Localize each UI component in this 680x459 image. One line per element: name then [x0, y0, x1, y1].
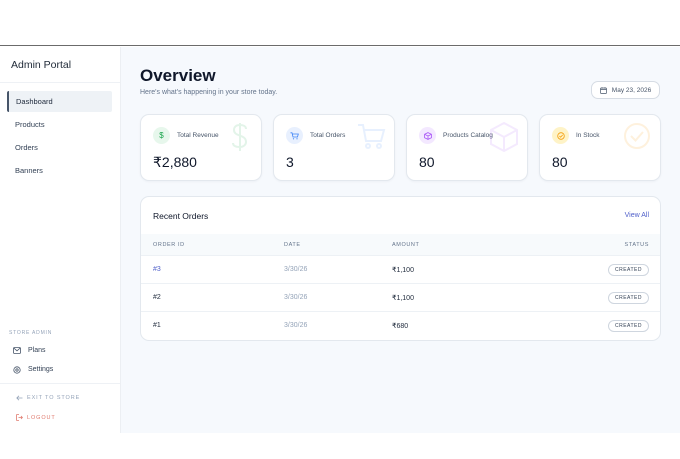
dollar-watermark-icon	[227, 121, 253, 158]
order-date: 3/30/26	[284, 266, 308, 273]
sidebar-item-orders[interactable]: Orders	[7, 137, 112, 158]
column-header-date[interactable]: DATE	[284, 242, 301, 248]
column-header-status[interactable]: STATUS	[625, 242, 649, 248]
column-header-order-id[interactable]: ORDER ID	[153, 242, 185, 248]
sidebar-item-label: Settings	[28, 366, 54, 373]
cart-icon	[286, 127, 303, 144]
brand-title: Admin Portal	[0, 47, 120, 83]
bottom-bar	[0, 433, 680, 459]
sidebar-item-label: Plans	[28, 347, 46, 354]
page-title: Overview	[140, 66, 216, 85]
gear-icon	[13, 365, 23, 374]
box-watermark-icon	[489, 121, 519, 158]
sidebar-item-plans[interactable]: Plans	[0, 341, 120, 360]
envelope-icon	[13, 347, 23, 354]
logout-label: LOGOUT	[27, 414, 56, 421]
view-all-link[interactable]: View All	[625, 212, 649, 219]
sidebar-item-products[interactable]: Products	[7, 114, 112, 135]
status-badge: CREATED	[607, 292, 649, 304]
table-row[interactable]: #2 3/30/26 ₹1,100 CREATED	[141, 283, 660, 311]
date-picker-button[interactable]: May 23, 2026	[591, 81, 660, 99]
column-header-amount[interactable]: AMOUNT	[392, 242, 419, 248]
sidebar-item-settings[interactable]: Settings	[0, 360, 120, 379]
order-id[interactable]: #1	[153, 322, 161, 329]
sidebar-item-dashboard[interactable]: Dashboard	[7, 91, 112, 112]
stat-card-in-stock[interactable]: In Stock 80	[539, 114, 661, 181]
sidebar-item-banners[interactable]: Banners	[7, 160, 112, 181]
page-subtitle: Here's what's happening in your store to…	[140, 89, 278, 96]
section-label-store-admin: STORE ADMIN	[9, 330, 53, 336]
stat-value: 80	[552, 154, 568, 170]
logout-link[interactable]: LOGOUT	[16, 414, 56, 421]
stat-label: Total Revenue	[177, 132, 219, 139]
order-date: 3/30/26	[284, 294, 308, 301]
stat-label: Products Catalog	[443, 132, 493, 139]
sidebar: Admin Portal Dashboard Products Orders B…	[0, 47, 121, 433]
stat-card-total-revenue[interactable]: $ Total Revenue ₹2,880	[140, 114, 262, 181]
stat-value: ₹2,880	[153, 154, 197, 170]
order-amount: ₹1,100	[392, 295, 414, 302]
recent-orders-title: Recent Orders	[153, 211, 209, 221]
dollar-icon: $	[153, 127, 170, 144]
stat-card-products-catalog[interactable]: Products Catalog 80	[406, 114, 528, 181]
order-amount: ₹680	[392, 323, 409, 330]
exit-to-store-link[interactable]: EXIT TO STORE	[16, 395, 80, 401]
order-date: 3/30/26	[284, 322, 308, 329]
table-header: ORDER ID DATE AMOUNT STATUS	[141, 234, 660, 255]
admin-app: Admin Portal Dashboard Products Orders B…	[0, 47, 680, 433]
logout-icon	[16, 414, 23, 421]
store-admin-nav: Plans Settings	[0, 341, 120, 379]
status-badge: CREATED	[607, 264, 649, 276]
arrow-left-icon	[16, 395, 23, 401]
stat-card-total-orders[interactable]: Total Orders 3	[273, 114, 395, 181]
cart-watermark-icon	[356, 121, 386, 156]
calendar-icon	[599, 86, 607, 94]
browser-top-bar	[0, 0, 680, 46]
status-badge: CREATED	[607, 320, 649, 332]
stat-label: Total Orders	[310, 132, 346, 139]
order-id-link[interactable]: #3	[153, 266, 161, 273]
sidebar-nav: Dashboard Products Orders Banners	[0, 83, 120, 181]
order-amount: ₹1,100	[392, 267, 414, 274]
check-circle-icon	[552, 127, 569, 144]
check-watermark-icon	[622, 121, 652, 156]
recent-orders-panel: Recent Orders View All ORDER ID DATE AMO…	[140, 196, 661, 341]
stat-label: In Stock	[576, 132, 600, 139]
stat-value: 3	[286, 154, 294, 170]
exit-to-store-label: EXIT TO STORE	[27, 395, 81, 401]
table-row[interactable]: #1 3/30/26 ₹680 CREATED	[141, 311, 660, 339]
box-icon	[419, 127, 436, 144]
order-id[interactable]: #2	[153, 294, 161, 301]
main-content: Overview Here's what's happening in your…	[121, 47, 680, 433]
date-label: May 23, 2026	[611, 86, 652, 94]
table-row[interactable]: #3 3/30/26 ₹1,100 CREATED	[141, 255, 660, 283]
sidebar-divider	[0, 383, 120, 384]
stat-value: 80	[419, 154, 435, 170]
